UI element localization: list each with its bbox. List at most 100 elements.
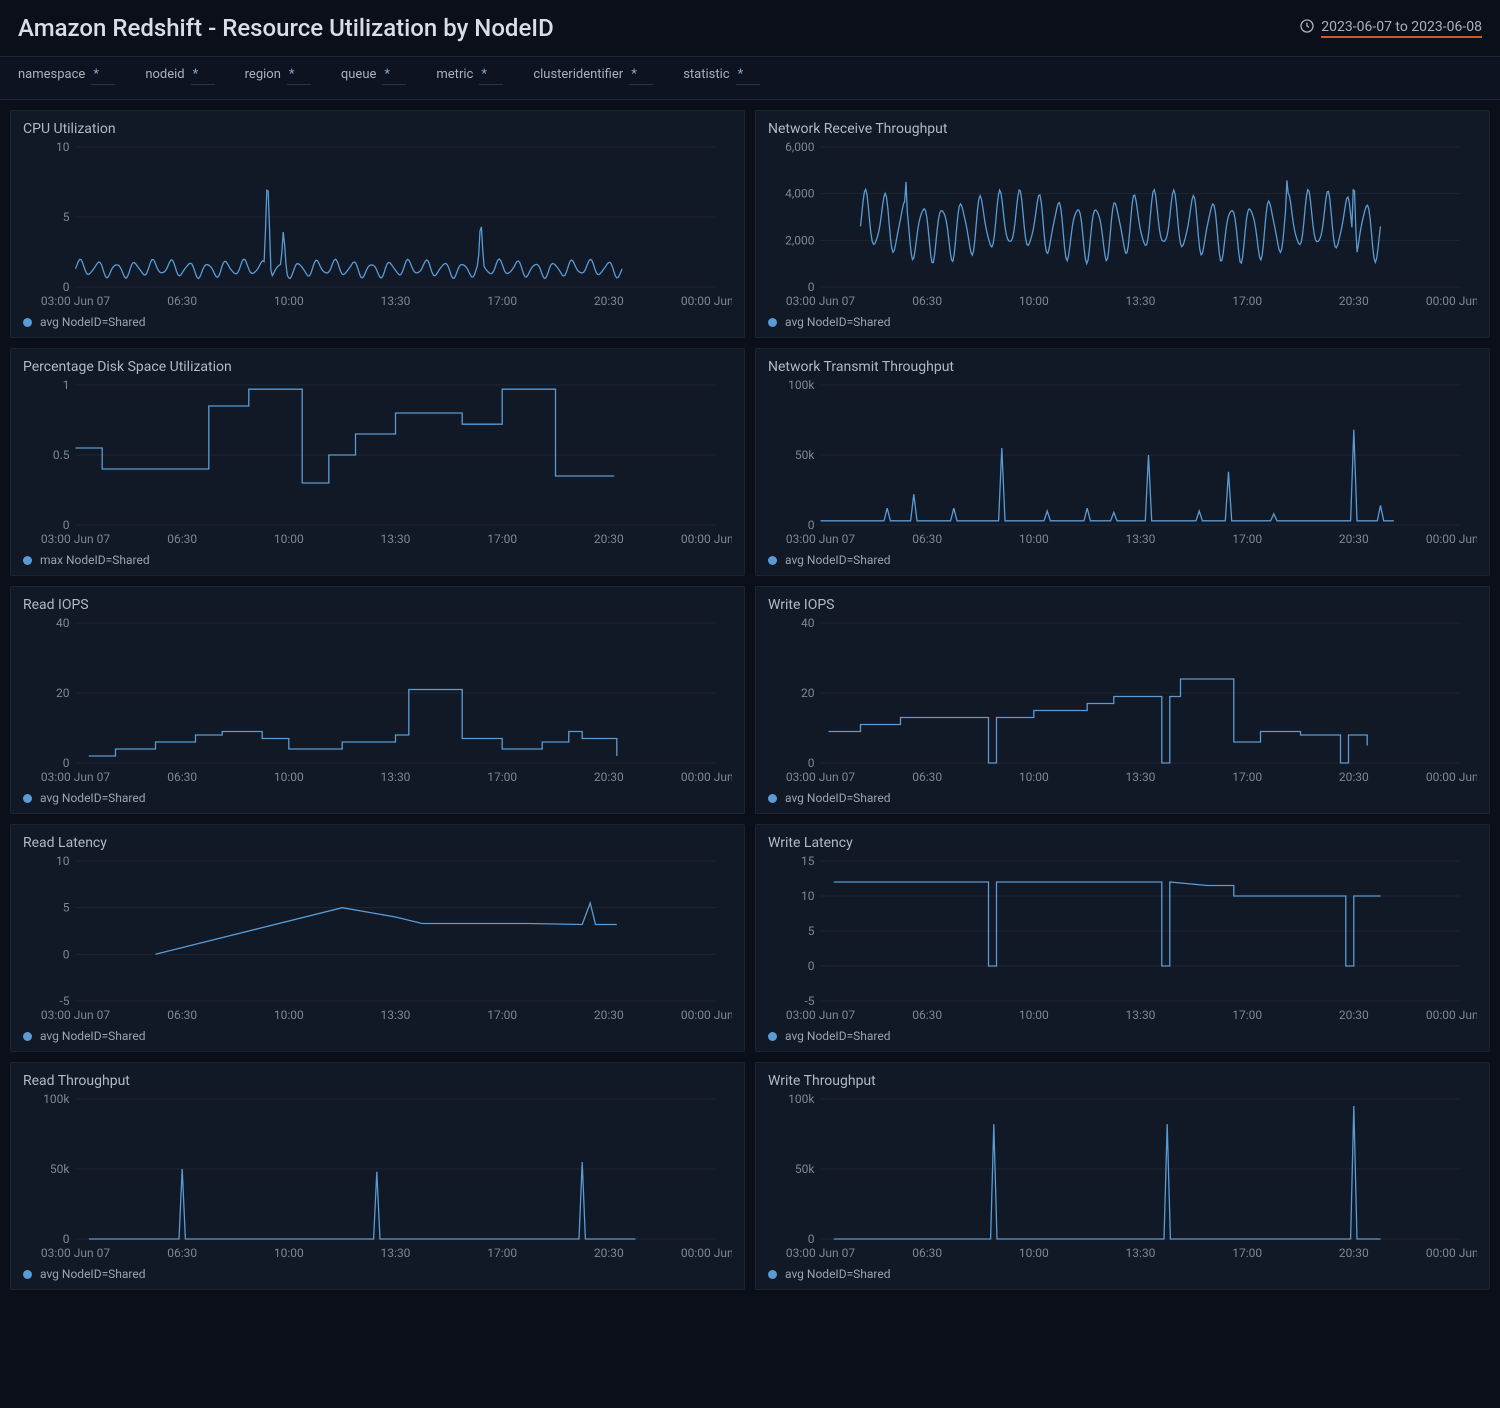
chart-rtp[interactable]: 050k100k03:00 Jun 0706:3010:0013:3017:00… — [23, 1093, 732, 1263]
legend[interactable]: max NodeID=Shared — [23, 553, 732, 567]
legend-dot-icon — [23, 318, 32, 327]
chart-wiops[interactable]: 0204003:00 Jun 0706:3010:0013:3017:0020:… — [768, 617, 1477, 787]
filter-value-nodeid[interactable]: * — [191, 67, 215, 85]
svg-text:0: 0 — [808, 280, 815, 294]
filter-label: queue — [341, 67, 377, 82]
filter-label: clusteridentifier — [533, 67, 623, 82]
svg-text:1: 1 — [63, 379, 70, 392]
svg-text:0: 0 — [63, 1232, 70, 1246]
panel-cpu[interactable]: CPU Utilization 051003:00 Jun 0706:3010:… — [10, 110, 745, 338]
legend[interactable]: avg NodeID=Shared — [768, 553, 1477, 567]
svg-text:5: 5 — [808, 924, 815, 938]
filter-value-namespace[interactable]: * — [91, 67, 115, 85]
filter-value-metric[interactable]: * — [479, 67, 503, 85]
svg-text:03:00 Jun 07: 03:00 Jun 07 — [786, 532, 855, 546]
legend[interactable]: avg NodeID=Shared — [768, 1267, 1477, 1281]
svg-text:0: 0 — [63, 518, 70, 532]
svg-text:100k: 100k — [43, 1093, 70, 1106]
panel-wlat[interactable]: Write Latency -505101503:00 Jun 0706:301… — [755, 824, 1490, 1052]
svg-text:40: 40 — [56, 617, 70, 630]
legend[interactable]: avg NodeID=Shared — [23, 1267, 732, 1281]
svg-text:00:00 Jun 08: 00:00 Jun 08 — [1426, 294, 1477, 308]
panel-disk[interactable]: Percentage Disk Space Utilization 00.510… — [10, 348, 745, 576]
chart-riops[interactable]: 0204003:00 Jun 0706:3010:0013:3017:0020:… — [23, 617, 732, 787]
svg-text:00:00 Jun 08: 00:00 Jun 08 — [681, 294, 732, 308]
legend[interactable]: avg NodeID=Shared — [768, 1029, 1477, 1043]
svg-text:10: 10 — [56, 141, 70, 154]
filter-label: nodeid — [145, 67, 184, 82]
chart-nrx[interactable]: 02,0004,0006,00003:00 Jun 0706:3010:0013… — [768, 141, 1477, 311]
panel-wtp[interactable]: Write Throughput 050k100k03:00 Jun 0706:… — [755, 1062, 1490, 1290]
filter-label: statistic — [683, 67, 729, 82]
svg-text:20: 20 — [56, 686, 70, 700]
panel-wiops[interactable]: Write IOPS 0204003:00 Jun 0706:3010:0013… — [755, 586, 1490, 814]
legend-dot-icon — [768, 318, 777, 327]
panel-rtp[interactable]: Read Throughput 050k100k03:00 Jun 0706:3… — [10, 1062, 745, 1290]
panel-riops[interactable]: Read IOPS 0204003:00 Jun 0706:3010:0013:… — [10, 586, 745, 814]
svg-text:5: 5 — [63, 210, 70, 224]
chart-disk[interactable]: 00.5103:00 Jun 0706:3010:0013:3017:0020:… — [23, 379, 732, 549]
legend-label: avg NodeID=Shared — [785, 315, 891, 329]
legend-label: avg NodeID=Shared — [40, 791, 146, 805]
svg-text:00:00 Jun 08: 00:00 Jun 08 — [1426, 532, 1477, 546]
svg-text:03:00 Jun 07: 03:00 Jun 07 — [786, 294, 855, 308]
svg-text:03:00 Jun 07: 03:00 Jun 07 — [41, 770, 110, 784]
svg-text:17:00: 17:00 — [1232, 1246, 1262, 1260]
chart-wtp[interactable]: 050k100k03:00 Jun 0706:3010:0013:3017:00… — [768, 1093, 1477, 1263]
svg-text:03:00 Jun 07: 03:00 Jun 07 — [41, 532, 110, 546]
legend[interactable]: avg NodeID=Shared — [23, 1029, 732, 1043]
legend[interactable]: avg NodeID=Shared — [23, 791, 732, 805]
svg-text:4,000: 4,000 — [785, 187, 815, 201]
svg-text:13:30: 13:30 — [381, 532, 411, 546]
panel-nrx[interactable]: Network Receive Throughput 02,0004,0006,… — [755, 110, 1490, 338]
svg-text:06:30: 06:30 — [167, 1246, 197, 1260]
svg-text:50k: 50k — [795, 448, 815, 462]
legend-dot-icon — [23, 794, 32, 803]
panel-ntx[interactable]: Network Transmit Throughput 050k100k03:0… — [755, 348, 1490, 576]
filter-value-queue[interactable]: * — [382, 67, 406, 85]
svg-text:06:30: 06:30 — [912, 770, 942, 784]
filter-value-statistic[interactable]: * — [736, 67, 760, 85]
svg-text:06:30: 06:30 — [912, 294, 942, 308]
legend[interactable]: avg NodeID=Shared — [768, 315, 1477, 329]
filter-nodeid: nodeid * — [145, 67, 214, 85]
svg-text:15: 15 — [801, 855, 815, 868]
svg-text:17:00: 17:00 — [1232, 1008, 1262, 1022]
legend[interactable]: avg NodeID=Shared — [768, 791, 1477, 805]
svg-text:17:00: 17:00 — [487, 770, 517, 784]
filter-value-clusteridentifier[interactable]: * — [629, 67, 653, 85]
svg-text:10:00: 10:00 — [1019, 1008, 1049, 1022]
time-range-picker[interactable]: 2023-06-07 to 2023-06-08 — [1299, 18, 1482, 38]
svg-text:13:30: 13:30 — [381, 1008, 411, 1022]
svg-text:00:00 Jun 08: 00:00 Jun 08 — [681, 1008, 732, 1022]
chart-wlat[interactable]: -505101503:00 Jun 0706:3010:0013:3017:00… — [768, 855, 1477, 1025]
svg-text:06:30: 06:30 — [912, 1246, 942, 1260]
svg-text:06:30: 06:30 — [167, 294, 197, 308]
svg-text:20:30: 20:30 — [1339, 1246, 1369, 1260]
dashboard-header: Amazon Redshift - Resource Utilization b… — [0, 0, 1500, 57]
filter-namespace: namespace * — [18, 67, 115, 85]
chart-ntx[interactable]: 050k100k03:00 Jun 0706:3010:0013:3017:00… — [768, 379, 1477, 549]
filter-value-region[interactable]: * — [287, 67, 311, 85]
svg-text:06:30: 06:30 — [167, 770, 197, 784]
svg-text:0.5: 0.5 — [53, 448, 70, 462]
svg-text:0: 0 — [808, 959, 815, 973]
legend-label: avg NodeID=Shared — [40, 315, 146, 329]
time-range-label: 2023-06-07 to 2023-06-08 — [1321, 19, 1482, 38]
page-title: Amazon Redshift - Resource Utilization b… — [18, 14, 554, 42]
chart-rlat[interactable]: -5051003:00 Jun 0706:3010:0013:3017:0020… — [23, 855, 732, 1025]
svg-text:03:00 Jun 07: 03:00 Jun 07 — [786, 1246, 855, 1260]
svg-text:03:00 Jun 07: 03:00 Jun 07 — [786, 770, 855, 784]
legend[interactable]: avg NodeID=Shared — [23, 315, 732, 329]
svg-text:20:30: 20:30 — [1339, 294, 1369, 308]
svg-text:00:00 Jun 08: 00:00 Jun 08 — [681, 1246, 732, 1260]
panel-rlat[interactable]: Read Latency -5051003:00 Jun 0706:3010:0… — [10, 824, 745, 1052]
svg-text:20:30: 20:30 — [1339, 1008, 1369, 1022]
svg-text:20: 20 — [801, 686, 815, 700]
chart-cpu[interactable]: 051003:00 Jun 0706:3010:0013:3017:0020:3… — [23, 141, 732, 311]
svg-text:13:30: 13:30 — [381, 1246, 411, 1260]
svg-text:100k: 100k — [788, 379, 815, 392]
svg-text:06:30: 06:30 — [167, 532, 197, 546]
panel-title: Read Throughput — [23, 1073, 732, 1089]
svg-text:13:30: 13:30 — [1126, 532, 1156, 546]
